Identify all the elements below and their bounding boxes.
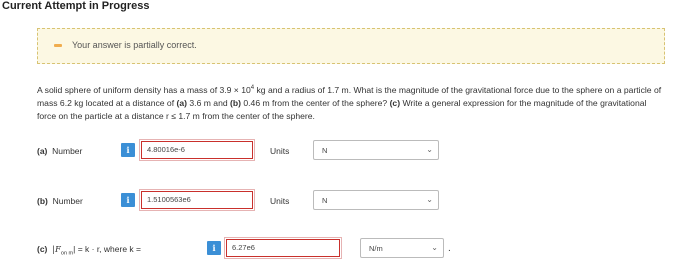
chevron-down-icon: ⌄ xyxy=(431,243,438,252)
partial-correct-alert: Your answer is partially correct. xyxy=(37,28,665,64)
alert-message: Your answer is partially correct. xyxy=(72,40,197,50)
page-title: Current Attempt in Progress xyxy=(2,0,150,12)
part-b-label: (b) Number xyxy=(37,196,83,206)
part-b-units-label: Units xyxy=(270,196,290,206)
info-icon[interactable]: i xyxy=(121,143,135,157)
minus-icon xyxy=(54,44,62,47)
part-c-answer-input[interactable]: 6.27e6 xyxy=(224,237,342,259)
part-a-label: (a) Number xyxy=(37,146,83,156)
info-icon[interactable]: i xyxy=(207,241,221,255)
info-icon[interactable]: i xyxy=(121,193,135,207)
question-text: A solid sphere of uniform density has a … xyxy=(37,84,662,121)
part-c-units-select[interactable]: N/m ⌄ xyxy=(360,238,444,258)
part-c-formula: (c) |Fon m| = k · r, where k = xyxy=(37,244,141,257)
trailing-period: . xyxy=(448,243,451,254)
part-a-units-label: Units xyxy=(270,146,290,156)
chevron-down-icon: ⌄ xyxy=(426,195,433,204)
part-a-answer-input[interactable]: 4.80016e-6 xyxy=(139,139,255,161)
part-b-units-select[interactable]: N ⌄ xyxy=(313,190,439,210)
part-b-answer-input[interactable]: 1.5100563e6 xyxy=(139,189,255,211)
chevron-down-icon: ⌄ xyxy=(426,145,433,154)
part-a-units-select[interactable]: N ⌄ xyxy=(313,140,439,160)
